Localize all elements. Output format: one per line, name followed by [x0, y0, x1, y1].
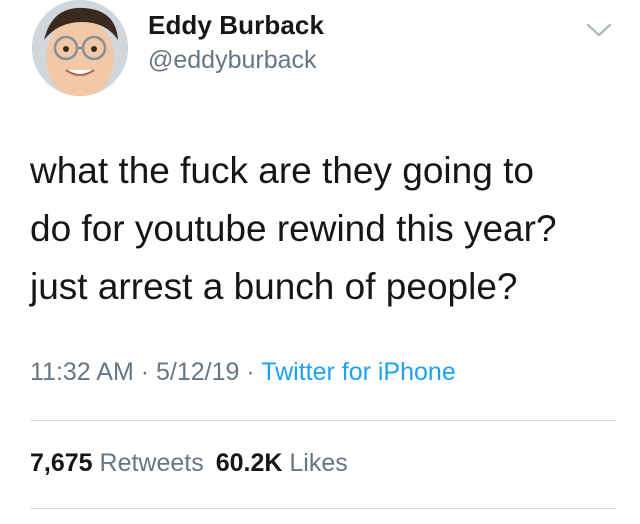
avatar-photo	[32, 0, 128, 96]
user-display-name[interactable]: Eddy Burback	[148, 10, 324, 41]
tweet-source-link[interactable]: Twitter for iPhone	[261, 358, 456, 386]
tweet-text: what the fuck are they going to do for y…	[30, 142, 620, 316]
likes-count: 60.2K	[215, 449, 283, 477]
tweet-stats: 7,675 Retweets 60.2K Likes	[30, 449, 348, 478]
user-handle[interactable]: @eddyburback	[148, 46, 317, 75]
retweets-stat[interactable]: 7,675 Retweets	[30, 449, 204, 477]
divider	[30, 420, 616, 421]
retweets-count: 7,675	[30, 449, 93, 477]
tweet-text-line: what the fuck are they going to	[30, 150, 534, 191]
meta-separator: ·	[133, 358, 156, 386]
tweet-date[interactable]: 5/12/19	[156, 358, 239, 386]
meta-separator: ·	[239, 358, 262, 386]
avatar[interactable]	[32, 0, 128, 96]
likes-stat[interactable]: 60.2K Likes	[216, 449, 348, 477]
tweet-meta: 11:32 AM · 5/12/19 · Twitter for iPhone	[30, 358, 456, 387]
tweet-time[interactable]: 11:32 AM	[30, 358, 134, 386]
divider	[30, 508, 616, 509]
retweets-label: Retweets	[99, 449, 204, 477]
chevron-down-icon[interactable]	[586, 22, 612, 38]
tweet-text-line: do for youtube rewind this year?	[30, 208, 557, 249]
likes-label: Likes	[289, 449, 348, 477]
tweet-text-line: just arrest a bunch of people?	[30, 266, 518, 307]
